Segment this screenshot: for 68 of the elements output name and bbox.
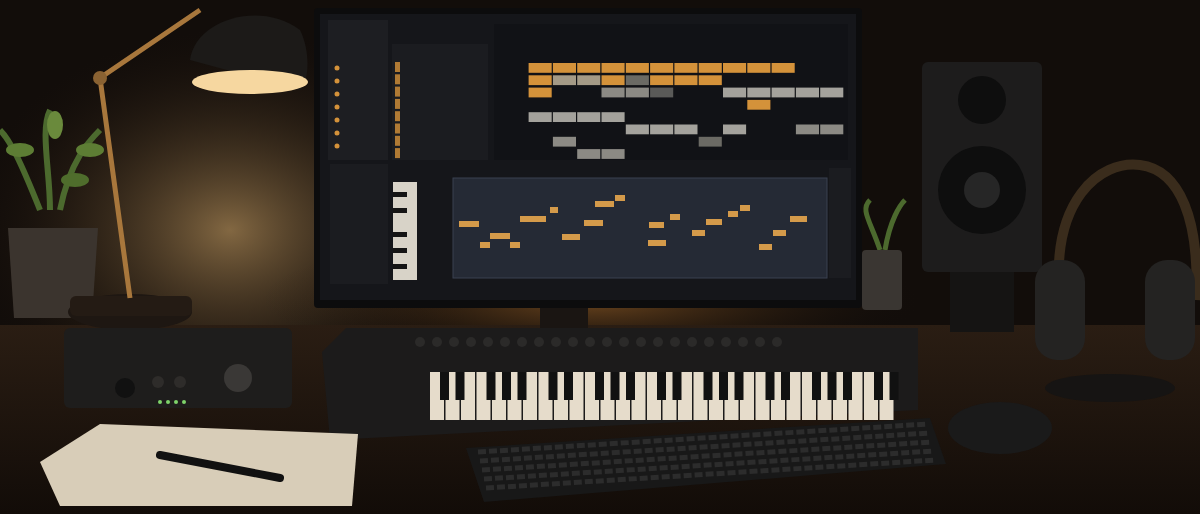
track-color-strip	[395, 148, 400, 159]
track-dot	[334, 78, 340, 84]
clip[interactable]	[650, 124, 674, 135]
track-dot	[334, 130, 340, 136]
clip[interactable]	[771, 87, 795, 98]
note-block	[510, 242, 520, 248]
clip[interactable]	[674, 75, 698, 86]
clip[interactable]	[698, 136, 722, 147]
clip[interactable]	[577, 63, 601, 73]
clip[interactable]	[528, 87, 552, 98]
clip[interactable]	[552, 75, 576, 86]
clip[interactable]	[528, 75, 552, 86]
clip[interactable]	[747, 87, 771, 98]
note-block	[550, 207, 558, 213]
clip[interactable]	[577, 149, 601, 159]
track-dot	[334, 65, 340, 71]
clip[interactable]	[795, 87, 819, 98]
clip[interactable]	[577, 112, 601, 122]
clip[interactable]	[552, 112, 576, 122]
clip[interactable]	[601, 75, 625, 86]
clip[interactable]	[698, 63, 722, 73]
clip[interactable]	[771, 63, 795, 73]
note-block	[649, 222, 664, 228]
note-block	[670, 214, 680, 220]
note-block	[480, 242, 490, 248]
note-block	[584, 220, 603, 226]
clip[interactable]	[650, 87, 674, 98]
note-block	[706, 219, 722, 225]
clip[interactable]	[552, 136, 576, 147]
clip[interactable]	[650, 63, 674, 73]
clip[interactable]	[625, 87, 649, 98]
clip[interactable]	[795, 124, 819, 135]
note-block	[562, 234, 580, 240]
clip[interactable]	[601, 112, 625, 122]
clip[interactable]	[723, 63, 747, 73]
note-block	[759, 244, 772, 250]
track-dot	[334, 104, 340, 110]
clip[interactable]	[747, 99, 771, 110]
track-dot	[334, 117, 340, 123]
clip[interactable]	[601, 63, 625, 73]
clip[interactable]	[625, 75, 649, 86]
note-block	[459, 221, 479, 227]
track-dot	[334, 91, 340, 97]
clip[interactable]	[528, 112, 552, 122]
note-block	[520, 216, 546, 222]
clip[interactable]	[577, 75, 601, 86]
note-block	[773, 230, 786, 236]
clip[interactable]	[820, 87, 844, 98]
note-block	[692, 230, 705, 236]
note-block	[490, 233, 510, 239]
note-block	[648, 240, 666, 246]
clip[interactable]	[674, 63, 698, 73]
clip[interactable]	[650, 75, 674, 86]
clip[interactable]	[528, 63, 552, 73]
clip[interactable]	[625, 124, 649, 135]
clip[interactable]	[723, 87, 747, 98]
note-block	[790, 216, 807, 222]
clip[interactable]	[552, 63, 576, 73]
clip[interactable]	[698, 75, 722, 86]
clip[interactable]	[601, 149, 625, 159]
clip[interactable]	[723, 124, 747, 135]
clip[interactable]	[625, 63, 649, 73]
clip[interactable]	[674, 124, 698, 135]
clip[interactable]	[820, 124, 844, 135]
clip[interactable]	[747, 63, 771, 73]
clip[interactable]	[601, 87, 625, 98]
track-color-strip	[395, 62, 400, 72]
track-dot	[334, 143, 340, 149]
